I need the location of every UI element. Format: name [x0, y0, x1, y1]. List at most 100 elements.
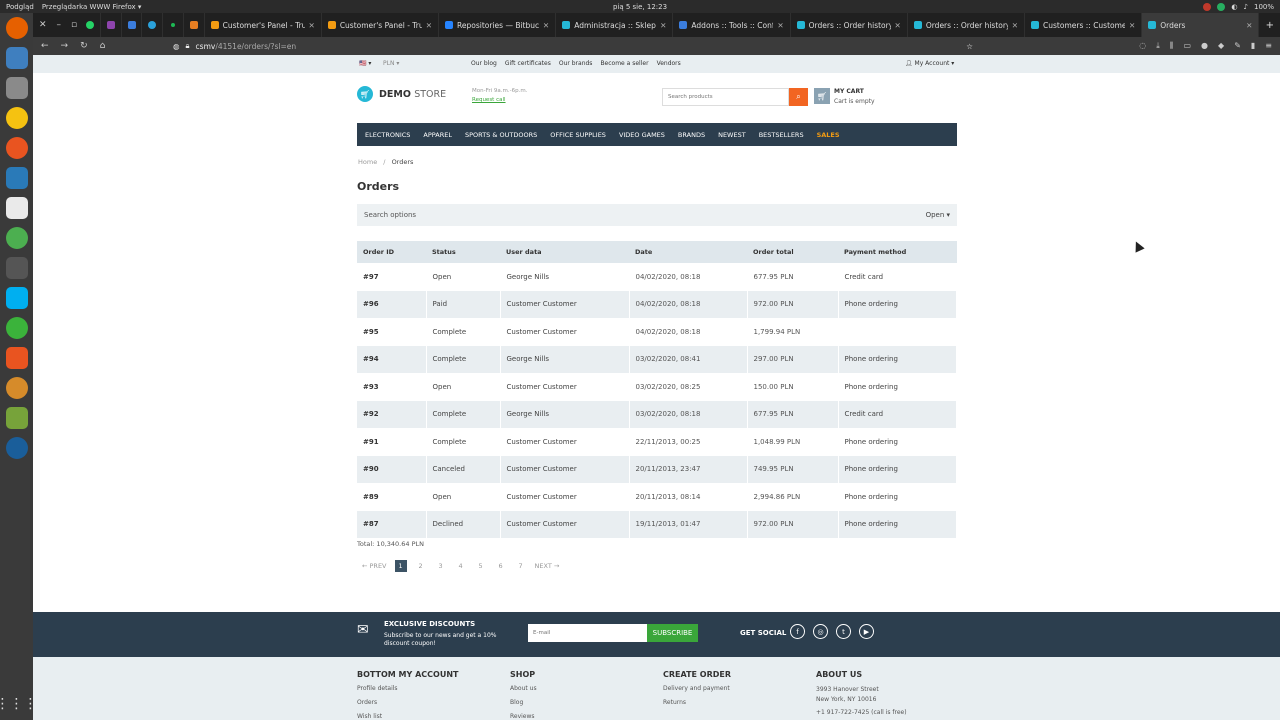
table-row[interactable]: #97 Open George Nills 04/02/2020, 08:18 …: [357, 263, 957, 291]
tool-icon[interactable]: [5, 137, 28, 159]
col-status[interactable]: Status: [426, 241, 500, 263]
newsletter-email-input[interactable]: [528, 624, 647, 642]
top-link-vendors[interactable]: Vendors: [657, 60, 681, 67]
table-row[interactable]: #89 Open Customer Customer 20/11/2013, 0…: [357, 483, 957, 511]
tab-6[interactable]: Orders :: Order history - ✕: [908, 13, 1026, 37]
col-order-id[interactable]: Order ID: [357, 241, 426, 263]
order-id[interactable]: #97: [357, 263, 427, 291]
top-link-gift[interactable]: Gift certificates: [505, 60, 551, 67]
col-date[interactable]: Date: [629, 241, 747, 263]
tab-2[interactable]: Repositories — Bitbucket ✕: [439, 13, 557, 37]
tab-close-icon[interactable]: ✕: [777, 21, 783, 30]
blender-icon[interactable]: [5, 377, 28, 399]
table-row[interactable]: #93 Open Customer Customer 03/02/2020, 0…: [357, 373, 957, 401]
page-6[interactable]: 6: [495, 560, 507, 572]
tab-close-icon[interactable]: ✕: [1246, 21, 1252, 30]
reload-icon[interactable]: ↻: [80, 41, 88, 51]
footer-link[interactable]: Returns: [663, 699, 731, 706]
menu-item-sales[interactable]: SALES: [817, 131, 840, 139]
menu-icon[interactable]: ≡: [1265, 41, 1272, 51]
tab-3[interactable]: Administracja :: Sklepy & ✕: [556, 13, 674, 37]
my-account-menu[interactable]: 👤︎ My Account ▾: [905, 60, 954, 67]
bookmark-star-icon[interactable]: ☆: [966, 42, 973, 51]
search-button[interactable]: ⌕: [789, 88, 808, 106]
instagram-icon[interactable]: ◎: [813, 624, 828, 639]
order-id[interactable]: #94: [357, 345, 427, 373]
footer-link[interactable]: Profile details: [357, 685, 458, 692]
files-icon[interactable]: [5, 77, 28, 99]
menu-item-electronics[interactable]: ELECTRONICS: [365, 131, 410, 139]
menu-item-video-games[interactable]: VIDEO GAMES: [619, 131, 665, 139]
pinned-tab-telegram[interactable]: [142, 13, 164, 37]
menu-item-sports[interactable]: SPORTS & OUTDOORS: [465, 131, 537, 139]
close-window-icon[interactable]: ✕: [39, 20, 47, 30]
pocket-icon[interactable]: ◌: [1139, 41, 1146, 51]
restore-window-icon[interactable]: ▫: [71, 20, 77, 30]
footer-link[interactable]: Wish list: [357, 713, 458, 720]
order-id[interactable]: #93: [357, 373, 427, 401]
menu-item-brands[interactable]: BRANDS: [678, 131, 705, 139]
tab-close-icon[interactable]: ✕: [660, 21, 666, 30]
table-row[interactable]: #96 Paid Customer Customer 04/02/2020, 0…: [357, 290, 957, 318]
tab-close-icon[interactable]: ✕: [426, 21, 432, 30]
search-options-toggle[interactable]: Open ▾: [926, 211, 950, 219]
order-id[interactable]: #87: [357, 510, 427, 538]
url-bar[interactable]: ◍ 🔒︎ csmv/4151e/orders/?sl=en ☆: [173, 41, 973, 51]
order-id[interactable]: #96: [357, 290, 427, 318]
phone-line[interactable]: +1 917-722-7425 (call is free): [816, 708, 907, 718]
tab-close-icon[interactable]: ✕: [309, 21, 315, 30]
back-icon[interactable]: ←: [41, 41, 49, 51]
chrome-icon[interactable]: [5, 227, 28, 249]
footer-link[interactable]: About us: [510, 685, 537, 692]
table-row[interactable]: #92 Complete George Nills 03/02/2020, 08…: [357, 400, 957, 428]
tab-1[interactable]: Customer's Panel - Trust ✕: [322, 13, 440, 37]
extension-icon[interactable]: ◆: [1218, 41, 1224, 51]
order-id[interactable]: #91: [357, 428, 427, 456]
tab-close-icon[interactable]: ✕: [895, 21, 901, 30]
tab-close-icon[interactable]: ✕: [1012, 21, 1018, 30]
software-center-icon[interactable]: [5, 347, 28, 369]
pinned-tab-5[interactable]: [163, 13, 184, 37]
menu-item-apparel[interactable]: APPAREL: [423, 131, 452, 139]
globe-icon[interactable]: [5, 437, 28, 459]
clock[interactable]: pią 5 sie, 12:23: [613, 3, 667, 11]
top-link-blog[interactable]: Our blog: [471, 60, 497, 67]
rhythmbox-icon[interactable]: [5, 107, 28, 129]
sidebar-icon[interactable]: ▭: [1183, 41, 1191, 51]
show-apps-icon[interactable]: ⋮⋮⋮: [0, 696, 38, 712]
tab-8-active[interactable]: Orders ✕: [1142, 13, 1260, 37]
thunderbird-icon[interactable]: [5, 47, 28, 69]
page-1[interactable]: 1: [394, 560, 407, 572]
footer-link[interactable]: Orders: [357, 699, 458, 706]
search-options-bar[interactable]: Search options Open ▾: [357, 204, 957, 226]
minimize-window-icon[interactable]: –: [57, 20, 62, 30]
page-2[interactable]: 2: [415, 560, 427, 572]
search-input[interactable]: [662, 88, 789, 106]
table-row[interactable]: #87 Declined Customer Customer 19/11/201…: [357, 510, 957, 538]
skype-icon[interactable]: [5, 287, 28, 309]
tab-close-icon[interactable]: ✕: [543, 21, 549, 30]
mini-cart[interactable]: 🛒︎ MY CART Cart is empty: [814, 88, 875, 105]
breadcrumb-home[interactable]: Home: [358, 158, 377, 166]
green-app-icon[interactable]: [5, 317, 28, 339]
twitter-icon[interactable]: t: [836, 624, 851, 639]
table-row[interactable]: #90 Canceled Customer Customer 20/11/201…: [357, 455, 957, 483]
home-icon[interactable]: ⌂: [100, 41, 106, 51]
tab-4[interactable]: Addons :: Tools :: Configu ✕: [673, 13, 791, 37]
currency-select[interactable]: PLN ▾: [383, 60, 399, 67]
extension-icon[interactable]: ✎: [1234, 41, 1241, 51]
menu-item-bestsellers[interactable]: BESTSELLERS: [759, 131, 804, 139]
youtube-icon[interactable]: ▶: [859, 624, 874, 639]
top-link-brands[interactable]: Our brands: [559, 60, 593, 67]
tab-close-icon[interactable]: ✕: [1129, 21, 1135, 30]
pinned-tab-6[interactable]: [184, 13, 205, 37]
page-3[interactable]: 3: [435, 560, 447, 572]
footer-link[interactable]: Blog: [510, 699, 537, 706]
col-user-data[interactable]: User data: [500, 241, 629, 263]
lock-icon[interactable]: 🔒︎: [186, 41, 190, 51]
store-logo[interactable]: 🛒︎ DEMO STORE: [357, 86, 446, 102]
library-icon[interactable]: ⫼: [1170, 41, 1174, 51]
pagination-prev[interactable]: ← PREV: [362, 562, 387, 570]
download-icon[interactable]: ⤓: [1156, 41, 1160, 51]
writer-icon[interactable]: [5, 167, 28, 189]
